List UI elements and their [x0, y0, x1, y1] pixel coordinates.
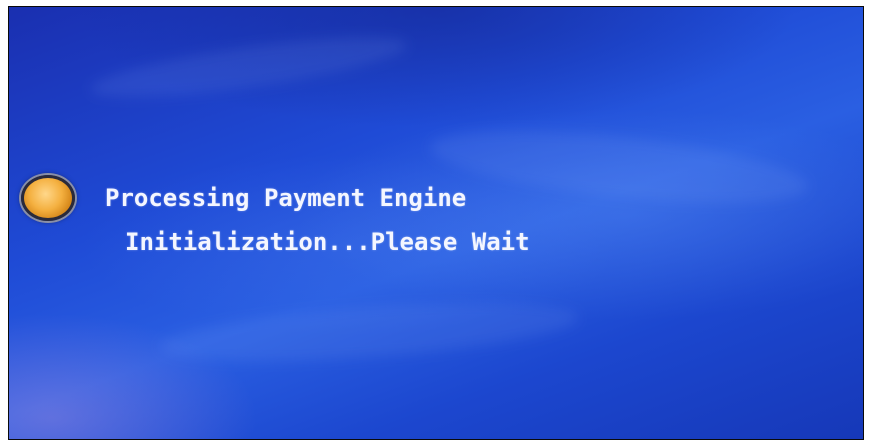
background-streak [157, 292, 581, 372]
status-message-line-2: Initialization...Please Wait [125, 228, 530, 256]
status-message-line-1: Processing Payment Engine [105, 184, 467, 212]
background-streak [87, 24, 411, 110]
status-messages: Processing Payment Engine Initialization… [105, 171, 530, 255]
kiosk-screen: Processing Payment Engine Initialization… [8, 6, 864, 440]
status-orb-icon [21, 175, 75, 221]
photo-frame: Processing Payment Engine Initialization… [0, 0, 870, 446]
status-message-row: Processing Payment Engine Initialization… [21, 171, 530, 255]
